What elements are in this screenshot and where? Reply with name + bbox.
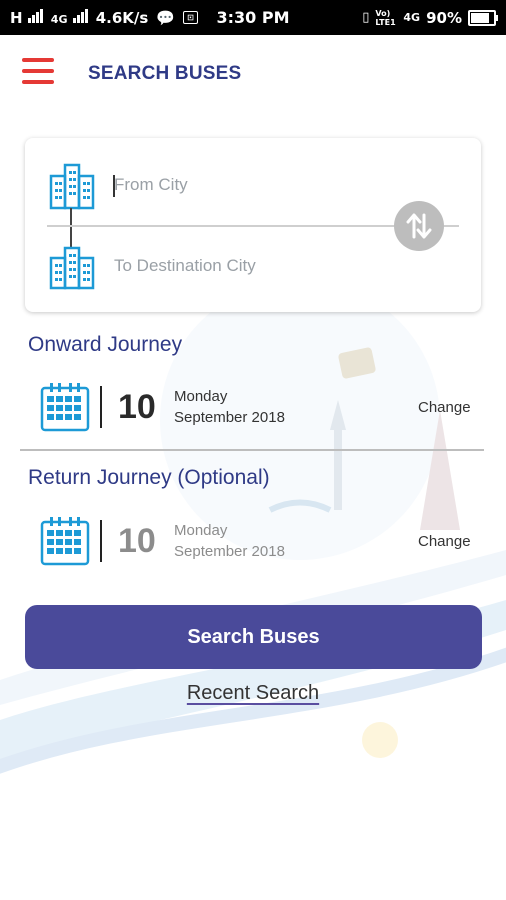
calendar-icon-return [40, 517, 90, 566]
to-city-input[interactable] [114, 256, 374, 276]
vibrate-icon: ▯ [362, 10, 370, 25]
return-weekday: Monday [174, 522, 228, 539]
date-separator-return [100, 520, 102, 562]
onward-day: 10 [118, 388, 156, 426]
swap-vertical-icon [406, 213, 432, 239]
onward-date-row[interactable]: 10 Monday September 2018 Change [0, 380, 506, 440]
return-change-button[interactable]: Change [418, 533, 471, 550]
route-connector-line [70, 208, 72, 248]
return-month-year: September 2018 [174, 543, 285, 560]
from-city-input[interactable] [114, 175, 374, 195]
return-date-row[interactable]: 10 Monday September 2018 Change [0, 514, 506, 574]
calendar-icon [40, 383, 90, 432]
hamburger-menu-icon[interactable] [22, 58, 54, 90]
journey-divider [20, 449, 484, 451]
route-card [25, 138, 481, 312]
onward-month-year: September 2018 [174, 409, 285, 426]
onward-journey-title: Onward Journey [28, 333, 183, 356]
buildings-icon-destination [49, 246, 95, 290]
buildings-icon [49, 163, 95, 210]
swap-cities-button[interactable] [394, 201, 444, 251]
return-day: 10 [118, 522, 156, 560]
network-speed: 4.6K/s [95, 8, 149, 27]
onward-change-button[interactable]: Change [418, 399, 471, 416]
status-bar: H 4G 4.6K/s 💬 ⊡ 3:30 PM ▯ Vo) LTE1 4G 90… [0, 0, 506, 35]
search-buses-button[interactable]: Search Buses [25, 605, 482, 669]
volte-indicator: Vo) LTE1 [375, 8, 396, 27]
onward-weekday: Monday [174, 388, 228, 405]
network-type: 4G [51, 8, 88, 27]
app-header: SEARCH BUSES [0, 35, 506, 113]
signal-strength-icon [27, 8, 43, 23]
return-journey-title: Return Journey (Optional) [28, 466, 270, 489]
battery-icon [468, 9, 498, 26]
battery-percent: 90% [426, 8, 462, 27]
carrier-indicator: H [10, 8, 43, 27]
notification-box-icon: ⊡ [183, 11, 199, 24]
page-title: SEARCH BUSES [88, 63, 242, 84]
network-type-right: 4G [403, 11, 421, 24]
date-separator [100, 386, 102, 428]
chat-bubble-icon: 💬 [156, 8, 176, 27]
signal-strength-icon-2 [72, 8, 88, 23]
recent-search-link[interactable]: Recent Search [0, 682, 506, 705]
